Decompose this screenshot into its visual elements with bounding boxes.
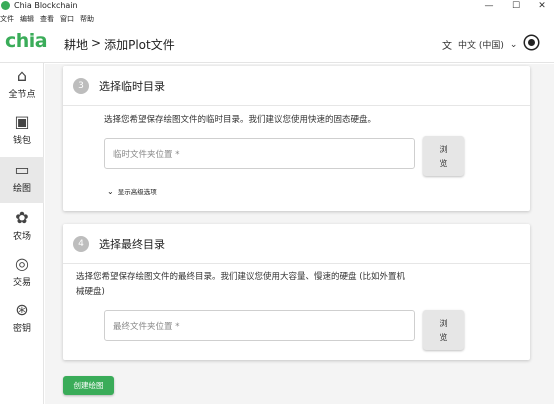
minimize-button[interactable]: — bbox=[477, 0, 501, 12]
close-button[interactable]: ✕ bbox=[530, 0, 554, 12]
window-title: Chia Blockchain bbox=[14, 1, 78, 10]
breadcrumb: 耕地 > 添加Plot文件 bbox=[64, 36, 175, 53]
maximize-button[interactable]: ☐ bbox=[504, 0, 528, 12]
description-line: 选择您希望保存绘图文件的最终目录。我们建议您使用大容量、慢速的硬盘 (比如外置机 bbox=[76, 272, 406, 282]
menu-file[interactable]: 文件 bbox=[0, 13, 14, 25]
step-number: 4 bbox=[73, 236, 89, 252]
sidebar-item-label: 绘图 bbox=[12, 184, 31, 194]
plant-icon: ✿ bbox=[15, 208, 29, 227]
final-folder-placeholder: 最终文件夹位置 * bbox=[113, 322, 180, 332]
theme-toggle-icon[interactable] bbox=[525, 36, 538, 49]
app-icon bbox=[1, 1, 10, 10]
sidebar-item-label: 密钥 bbox=[12, 324, 31, 334]
sidebar-item-farm[interactable]: ✿ 农场 bbox=[0, 205, 44, 251]
breadcrumb-separator: > bbox=[91, 36, 102, 50]
final-folder-input[interactable]: 最终文件夹位置 * bbox=[104, 310, 415, 341]
sidebar-item-label: 全节点 bbox=[8, 90, 36, 100]
temp-folder-placeholder: 临时文件夹位置 * bbox=[113, 150, 180, 160]
keys-icon: ⊛ bbox=[15, 300, 29, 319]
card-description: 选择您希望保存绘图文件的临时目录。我们建议您使用快速的固态硬盘。 bbox=[104, 115, 377, 125]
trade-icon: ◎ bbox=[15, 254, 29, 273]
title-bar: Chia Blockchain — ☐ ✕ bbox=[0, 0, 554, 12]
sidebar-item-full-node[interactable]: ⌂ 全节点 bbox=[0, 63, 44, 109]
chia-logo: chia bbox=[5, 30, 48, 52]
home-icon: ⌂ bbox=[16, 66, 28, 85]
menu-view[interactable]: 查看 bbox=[40, 13, 54, 25]
sidebar-item-label: 农场 bbox=[12, 232, 31, 242]
temp-browse-button[interactable]: 浏览 bbox=[423, 136, 464, 176]
final-browse-button[interactable]: 浏览 bbox=[423, 310, 464, 350]
language-selector[interactable]: 文 中文 (中国) ⌄ bbox=[442, 37, 518, 53]
final-directory-card: 4 选择最终目录 选择您希望保存绘图文件的最终目录。我们建议您使用大容量、慢速的… bbox=[63, 224, 530, 360]
storage-icon: ▭ bbox=[14, 160, 30, 179]
card-header: 4 选择最终目录 bbox=[63, 224, 530, 264]
menu-window[interactable]: 窗口 bbox=[60, 13, 74, 25]
advanced-options-label: 显示高级选项 bbox=[117, 188, 157, 196]
wallet-icon: ▣ bbox=[14, 112, 30, 131]
translate-icon: 文 bbox=[442, 41, 452, 52]
card-title: 选择临时目录 bbox=[99, 80, 165, 93]
chevron-down-icon: ⌄ bbox=[509, 39, 518, 50]
breadcrumb-current: 添加Plot文件 bbox=[104, 38, 175, 52]
breadcrumb-root[interactable]: 耕地 bbox=[64, 36, 88, 53]
browse-label: 浏览 bbox=[439, 145, 448, 168]
menu-edit[interactable]: 编辑 bbox=[20, 13, 34, 25]
menu-bar: 文件 编辑 查看 窗口 帮助 bbox=[0, 13, 100, 25]
sidebar-item-label: 钱包 bbox=[12, 136, 31, 146]
chevron-down-icon: ⌄ bbox=[107, 186, 114, 196]
menu-help[interactable]: 帮助 bbox=[80, 13, 94, 25]
card-header: 3 选择临时目录 bbox=[63, 66, 530, 106]
step-number: 3 bbox=[73, 78, 89, 94]
temp-directory-card: 3 选择临时目录 选择您希望保存绘图文件的临时目录。我们建议您使用快速的固态硬盘… bbox=[63, 66, 530, 211]
sidebar-item-wallet[interactable]: ▣ 钱包 bbox=[0, 109, 44, 155]
app-header: chia 耕地 > 添加Plot文件 文 中文 (中国) ⌄ bbox=[0, 27, 554, 63]
sidebar-item-keys[interactable]: ⊛ 密钥 bbox=[0, 297, 44, 343]
sidebar-item-trade[interactable]: ◎ 交易 bbox=[0, 251, 44, 297]
temp-folder-input[interactable]: 临时文件夹位置 * bbox=[104, 138, 415, 169]
sidebar-item-plot[interactable]: ▭ 绘图 bbox=[0, 157, 44, 203]
create-plot-button[interactable]: 创建绘图 bbox=[63, 376, 114, 395]
sidebar-item-label: 交易 bbox=[12, 278, 31, 288]
sidebar: ⌂ 全节点 ▣ 钱包 ▭ 绘图 ✿ 农场 ◎ 交易 ⊛ 密钥 bbox=[0, 63, 44, 404]
show-advanced-options[interactable]: ⌄ 显示高级选项 bbox=[107, 186, 157, 197]
description-line: 械硬盘) bbox=[76, 287, 105, 297]
browse-label: 浏览 bbox=[439, 319, 448, 342]
main-content: 3 选择临时目录 选择您希望保存绘图文件的临时目录。我们建议您使用快速的固态硬盘… bbox=[45, 64, 554, 404]
card-title: 选择最终目录 bbox=[99, 238, 165, 251]
language-label: 中文 (中国) bbox=[458, 41, 504, 51]
card-description: 选择您希望保存绘图文件的最终目录。我们建议您使用大容量、慢速的硬盘 (比如外置机… bbox=[76, 270, 405, 300]
